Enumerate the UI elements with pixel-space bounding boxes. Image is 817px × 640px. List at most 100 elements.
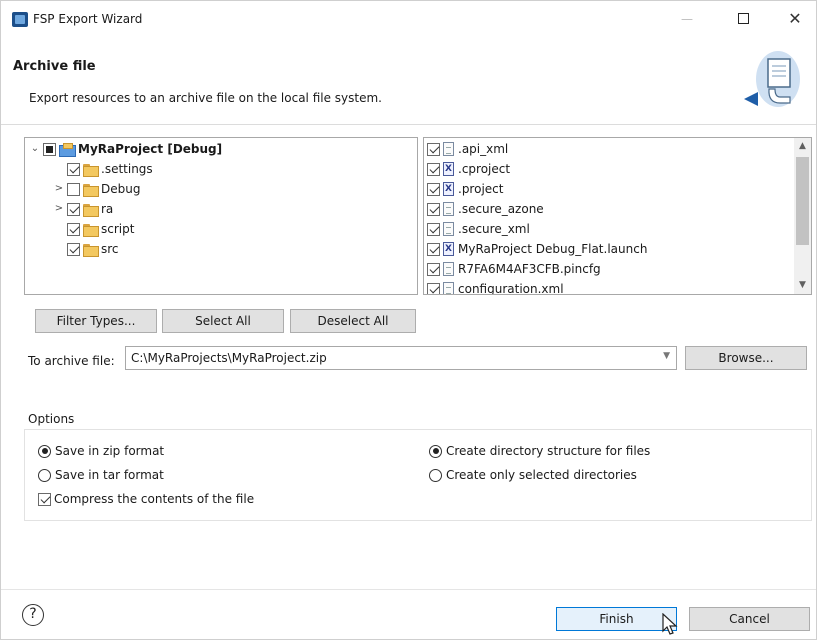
file-icon xyxy=(443,142,454,156)
chevron-right-icon[interactable]: > xyxy=(53,180,65,198)
file-list[interactable]: .api_xml X .cproject X .project .secure_… xyxy=(423,137,812,295)
maximize-button[interactable] xyxy=(728,7,758,31)
root-checkbox[interactable] xyxy=(43,142,56,156)
scroll-up-icon[interactable]: ▲ xyxy=(794,138,811,155)
tree-item-label: script xyxy=(101,222,135,236)
file-label: .cproject xyxy=(458,162,511,176)
filter-types-button[interactable]: Filter Types... xyxy=(35,309,157,333)
tree-item-label: .settings xyxy=(101,162,153,176)
maximize-icon xyxy=(737,13,749,24)
file-icon xyxy=(443,262,454,276)
archive-path-combo[interactable]: C:\MyRaProjects\MyRaProject.zip ▼ xyxy=(125,346,677,370)
export-archive-icon xyxy=(744,51,800,107)
tree-item-checkbox[interactable] xyxy=(67,182,80,196)
minimize-button[interactable]: — xyxy=(672,7,702,31)
radio-selected-icon[interactable] xyxy=(38,444,51,458)
save-zip-label: Save in zip format xyxy=(55,444,165,458)
tree-item-label: ra xyxy=(101,202,114,216)
window-title: FSP Export Wizard xyxy=(33,12,143,26)
list-item[interactable]: .secure_azone xyxy=(427,200,544,218)
finish-button[interactable]: Finish xyxy=(556,607,677,631)
tree-item-checkbox[interactable] xyxy=(67,202,80,216)
list-item[interactable]: .secure_xml xyxy=(427,220,530,238)
page-description: Export resources to an archive file on t… xyxy=(29,91,382,105)
xml-file-icon: X xyxy=(443,182,454,196)
tree-item-label: Debug xyxy=(101,182,141,196)
create-dir-structure-radio[interactable]: Create directory structure for files xyxy=(429,444,650,458)
file-label: .api_xml xyxy=(458,142,509,156)
tree-item-checkbox[interactable] xyxy=(67,162,80,176)
file-checkbox[interactable] xyxy=(427,222,440,236)
cancel-button[interactable]: Cancel xyxy=(689,607,810,631)
chevron-down-icon[interactable]: ▼ xyxy=(663,351,670,361)
file-label: .secure_xml xyxy=(458,222,530,236)
tree-item-settings[interactable]: .settings xyxy=(53,160,153,178)
scroll-down-icon[interactable]: ▼ xyxy=(794,277,811,294)
file-icon xyxy=(443,222,454,236)
list-item[interactable]: X .project xyxy=(427,180,503,198)
radio-icon[interactable] xyxy=(429,468,442,482)
file-checkbox[interactable] xyxy=(427,282,440,294)
folder-icon xyxy=(83,203,99,217)
list-item[interactable]: R7FA6M4AF3CFB.pincfg xyxy=(427,260,601,278)
save-zip-radio[interactable]: Save in zip format xyxy=(38,444,164,458)
radio-icon[interactable] xyxy=(38,468,51,482)
compress-checkbox[interactable]: Compress the contents of the file xyxy=(38,492,254,506)
archive-file-label: To archive file: xyxy=(28,354,115,368)
tree-item-checkbox[interactable] xyxy=(67,242,80,256)
tree-item-label: src xyxy=(101,242,119,256)
folder-icon xyxy=(83,223,99,237)
chevron-right-icon[interactable]: > xyxy=(53,200,65,218)
tree-item-ra[interactable]: > ra xyxy=(53,200,113,218)
browse-button[interactable]: Browse... xyxy=(685,346,807,370)
file-checkbox[interactable] xyxy=(427,142,440,156)
vertical-scrollbar[interactable]: ▲ ▼ xyxy=(794,138,811,294)
page-title: Archive file xyxy=(13,59,96,74)
export-wizard-window: FSP Export Wizard — ✕ Archive file Expor… xyxy=(0,0,817,640)
list-item[interactable]: X .cproject xyxy=(427,160,510,178)
tree-item-src[interactable]: src xyxy=(53,240,119,258)
file-checkbox[interactable] xyxy=(427,202,440,216)
list-item[interactable]: X MyRaProject Debug_Flat.launch xyxy=(427,240,647,258)
options-group-label: Options xyxy=(28,412,75,426)
save-tar-label: Save in tar format xyxy=(55,468,164,482)
mouse-pointer-icon xyxy=(662,613,678,635)
resource-tree[interactable]: ⌄ MyRaProject [Debug] .settings > Debug … xyxy=(24,137,418,295)
checkbox-checked-icon[interactable] xyxy=(38,492,51,506)
file-checkbox[interactable] xyxy=(427,162,440,176)
select-all-button[interactable]: Select All xyxy=(162,309,284,333)
file-label: configuration.xml xyxy=(458,282,564,295)
file-label: .project xyxy=(458,182,504,196)
folder-icon xyxy=(83,183,99,197)
close-button[interactable]: ✕ xyxy=(780,7,810,31)
file-checkbox[interactable] xyxy=(427,242,440,256)
tree-root-label: MyRaProject [Debug] xyxy=(78,142,223,156)
tree-item-script[interactable]: script xyxy=(53,220,134,238)
file-checkbox[interactable] xyxy=(427,182,440,196)
file-icon xyxy=(443,202,454,216)
save-tar-radio[interactable]: Save in tar format xyxy=(38,468,164,482)
radio-selected-icon[interactable] xyxy=(429,444,442,458)
list-item[interactable]: .api_xml xyxy=(427,140,508,158)
wizard-banner: Archive file Export resources to an arch… xyxy=(1,37,816,125)
compress-label: Compress the contents of the file xyxy=(54,492,255,506)
app-icon xyxy=(12,12,28,27)
chevron-down-icon[interactable]: ⌄ xyxy=(29,140,41,158)
tree-item-debug[interactable]: > Debug xyxy=(53,180,140,198)
folder-icon xyxy=(83,163,99,177)
help-icon[interactable]: ? xyxy=(22,604,44,626)
gear-file-icon xyxy=(443,282,454,294)
list-item[interactable]: configuration.xml xyxy=(427,280,564,295)
archive-path-value: C:\MyRaProjects\MyRaProject.zip xyxy=(131,351,327,365)
deselect-all-button[interactable]: Deselect All xyxy=(290,309,416,333)
file-checkbox[interactable] xyxy=(427,262,440,276)
create-selected-dirs-label: Create only selected directories xyxy=(446,468,637,482)
footer-divider xyxy=(1,589,816,590)
scrollbar-thumb[interactable] xyxy=(796,157,809,245)
tree-root[interactable]: ⌄ MyRaProject [Debug] xyxy=(29,140,222,158)
create-selected-dirs-radio[interactable]: Create only selected directories xyxy=(429,468,637,482)
title-bar: FSP Export Wizard — ✕ xyxy=(1,1,816,37)
create-dir-structure-label: Create directory structure for files xyxy=(446,444,651,458)
xml-file-icon: X xyxy=(443,242,454,256)
tree-item-checkbox[interactable] xyxy=(67,222,80,236)
